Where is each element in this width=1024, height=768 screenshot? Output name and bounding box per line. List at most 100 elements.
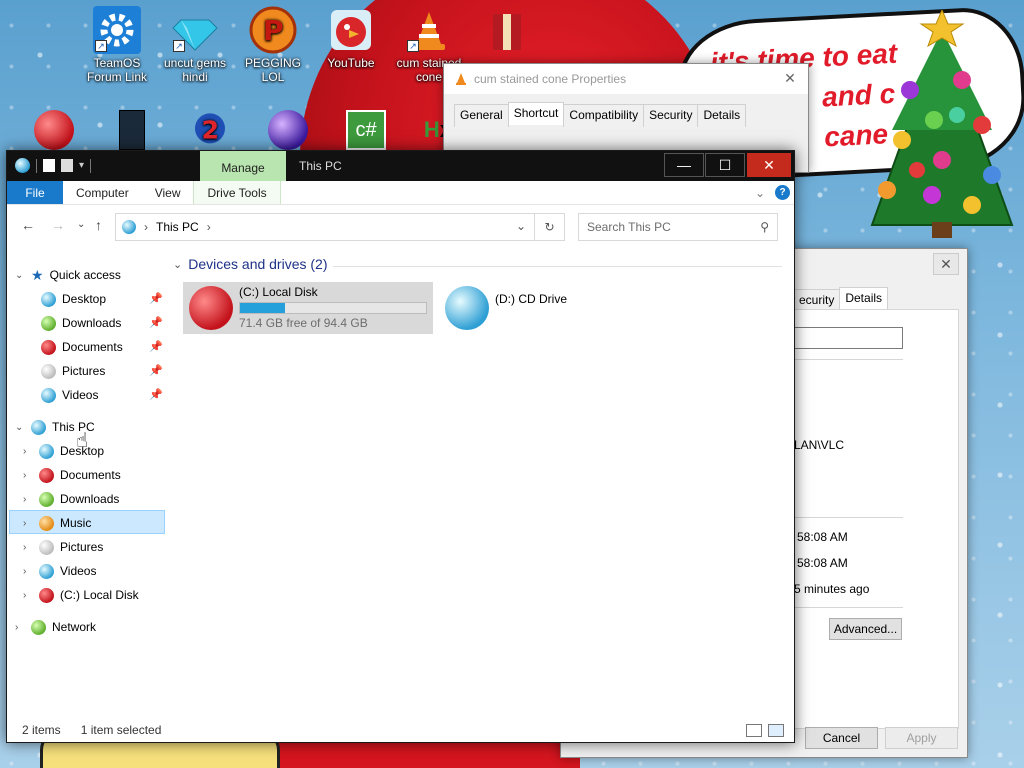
nav-pc-music[interactable]: › Music — [23, 512, 91, 534]
drive-name: (C:) Local Disk — [239, 285, 318, 299]
svg-text:2: 2 — [202, 115, 219, 144]
properties-icon[interactable] — [43, 159, 55, 172]
chevron-down-icon[interactable]: ⌄ — [15, 270, 25, 281]
nav-label: Music — [60, 516, 92, 530]
recent-locations-icon[interactable]: ⌄ — [77, 219, 85, 230]
desktop-icon-youtube[interactable]: YouTube — [311, 6, 391, 70]
nav-quick-access[interactable]: ⌄ ★ Quick access — [15, 264, 121, 286]
chevron-right-icon[interactable]: › — [23, 566, 33, 577]
desktop-icon-ornament[interactable] — [248, 110, 328, 152]
maximize-button[interactable]: ☐ — [705, 153, 745, 177]
chevron-down-icon[interactable]: ▾ — [79, 160, 84, 171]
drive-c-tile[interactable]: (C:) Local Disk 71.4 GB free of 94.4 GB — [183, 282, 433, 334]
desktop-icon-label: TeamOS Forum Link — [86, 56, 148, 84]
file-explorer-window[interactable]: ▾ Manage This PC — ☐ ✕ File Computer Vie… — [6, 150, 795, 743]
nav-pc-desktop[interactable]: › Desktop — [23, 440, 104, 462]
cancel-button[interactable]: Cancel — [805, 727, 878, 749]
nav-pc-documents[interactable]: › Documents — [23, 464, 121, 486]
help-icon[interactable]: ? — [775, 185, 790, 200]
downloads-icon — [39, 491, 54, 507]
explorer-title-bar[interactable]: ▾ Manage This PC — ☐ ✕ — [7, 151, 794, 181]
nav-pc-local-disk[interactable]: › (C:) Local Disk — [23, 584, 139, 606]
nav-pc-pictures[interactable]: › Pictures — [23, 536, 103, 558]
music-icon — [39, 515, 54, 531]
desktop-icon-recycle[interactable] — [14, 110, 94, 152]
nav-label: Downloads — [62, 316, 122, 330]
nav-quick-videos[interactable]: Videos — [41, 384, 98, 406]
advanced-button[interactable]: Advanced... — [829, 618, 902, 640]
chevron-right-icon[interactable]: › — [23, 470, 33, 481]
nav-pc-videos[interactable]: › Videos — [23, 560, 96, 582]
nav-quick-pictures[interactable]: Pictures — [41, 360, 105, 382]
separator — [90, 158, 92, 173]
breadcrumb-this-pc[interactable]: This PC — [156, 220, 199, 234]
details-view-icon[interactable] — [746, 724, 762, 737]
close-button[interactable]: ✕ — [933, 253, 959, 275]
videos-icon — [41, 387, 56, 403]
tab-details[interactable]: Details — [839, 287, 889, 310]
expand-ribbon-icon[interactable]: ⌄ — [755, 186, 765, 200]
pin-icon[interactable]: 📌 — [149, 388, 163, 401]
chevron-right-icon[interactable]: › — [23, 518, 33, 529]
documents-icon — [39, 467, 54, 483]
nav-network[interactable]: › Network — [15, 616, 96, 638]
close-button[interactable]: ✕ — [780, 70, 800, 88]
breadcrumb-separator-icon: › — [144, 220, 148, 234]
nav-quick-documents[interactable]: Documents — [41, 336, 123, 358]
desktop-icon-teamos[interactable]: ↗ TeamOS Forum Link — [77, 6, 157, 84]
address-bar[interactable]: › This PC › ⌄ ↻ — [115, 213, 565, 241]
desktop-icon — [41, 291, 56, 307]
desktop-icon-pegging[interactable]: P PEGGING LOL — [233, 6, 313, 84]
desktop-icon-book[interactable] — [92, 110, 172, 152]
chevron-right-icon[interactable]: › — [23, 446, 33, 457]
tab-manage[interactable]: Manage — [200, 151, 286, 181]
tab-general[interactable]: General — [454, 104, 509, 127]
breadcrumb-chevron-icon[interactable]: › — [207, 220, 211, 234]
tab-details[interactable]: Details — [697, 104, 747, 127]
up-arrow-icon[interactable]: ↑ — [95, 217, 102, 233]
apply-button[interactable]: Apply — [885, 727, 958, 749]
name-field[interactable] — [791, 327, 903, 349]
nav-quick-desktop[interactable]: Desktop — [41, 288, 106, 310]
chevron-right-icon[interactable]: › — [23, 494, 33, 505]
refresh-icon[interactable]: ↻ — [534, 214, 564, 240]
pin-icon[interactable]: 📌 — [149, 292, 163, 305]
group-header-devices[interactable]: ⌄ Devices and drives (2) — [173, 256, 328, 272]
drive-d-tile[interactable]: (D:) CD Drive — [439, 282, 639, 334]
properties-title-bar[interactable]: cum stained cone Properties — [444, 64, 808, 94]
tab-drive-tools[interactable]: Drive Tools — [193, 181, 281, 204]
close-button[interactable]: ✕ — [747, 153, 791, 177]
search-placeholder: Search This PC — [587, 220, 671, 234]
new-folder-icon[interactable] — [61, 159, 73, 172]
pin-icon[interactable]: 📌 — [149, 340, 163, 353]
tab-compatibility[interactable]: Compatibility — [563, 104, 645, 127]
chevron-right-icon[interactable]: › — [23, 542, 33, 553]
desktop-icon-uncut-gems[interactable]: ↗ uncut gems hindi — [155, 6, 235, 84]
chevron-right-icon[interactable]: › — [15, 622, 25, 633]
nav-quick-downloads[interactable]: Downloads — [41, 312, 121, 334]
minimize-button[interactable]: — — [664, 153, 704, 177]
purple-ornament-icon — [268, 110, 308, 150]
local-disk-icon — [39, 587, 54, 603]
nav-label: Pictures — [62, 364, 106, 378]
address-dropdown-icon[interactable]: ⌄ — [516, 219, 526, 233]
pin-icon[interactable]: 📌 — [149, 364, 163, 377]
tab-computer[interactable]: Computer — [63, 181, 142, 204]
nav-label: Pictures — [60, 540, 104, 554]
back-arrow-icon[interactable]: ← — [21, 217, 35, 233]
tab-file[interactable]: File — [7, 181, 63, 204]
pin-icon[interactable]: 📌 — [149, 316, 163, 329]
search-input[interactable]: Search This PC ⚲ — [578, 213, 778, 241]
tab-security[interactable]: Security — [643, 104, 699, 127]
chevron-down-icon[interactable]: ⌄ — [173, 258, 182, 271]
properties-title: cum stained cone Properties — [474, 72, 627, 86]
forward-arrow-icon[interactable]: → — [51, 217, 65, 233]
large-icons-view-icon[interactable] — [768, 724, 784, 737]
chevron-right-icon[interactable]: › — [23, 590, 33, 601]
tab-shortcut[interactable]: Shortcut — [507, 102, 565, 125]
desktop-icon-csharp[interactable]: c# — [326, 110, 406, 152]
desktop-icon-gift[interactable] — [467, 6, 547, 56]
nav-pc-downloads[interactable]: › Downloads — [23, 488, 119, 510]
chevron-down-icon[interactable]: ⌄ — [15, 422, 25, 433]
tab-view[interactable]: View — [142, 181, 194, 204]
